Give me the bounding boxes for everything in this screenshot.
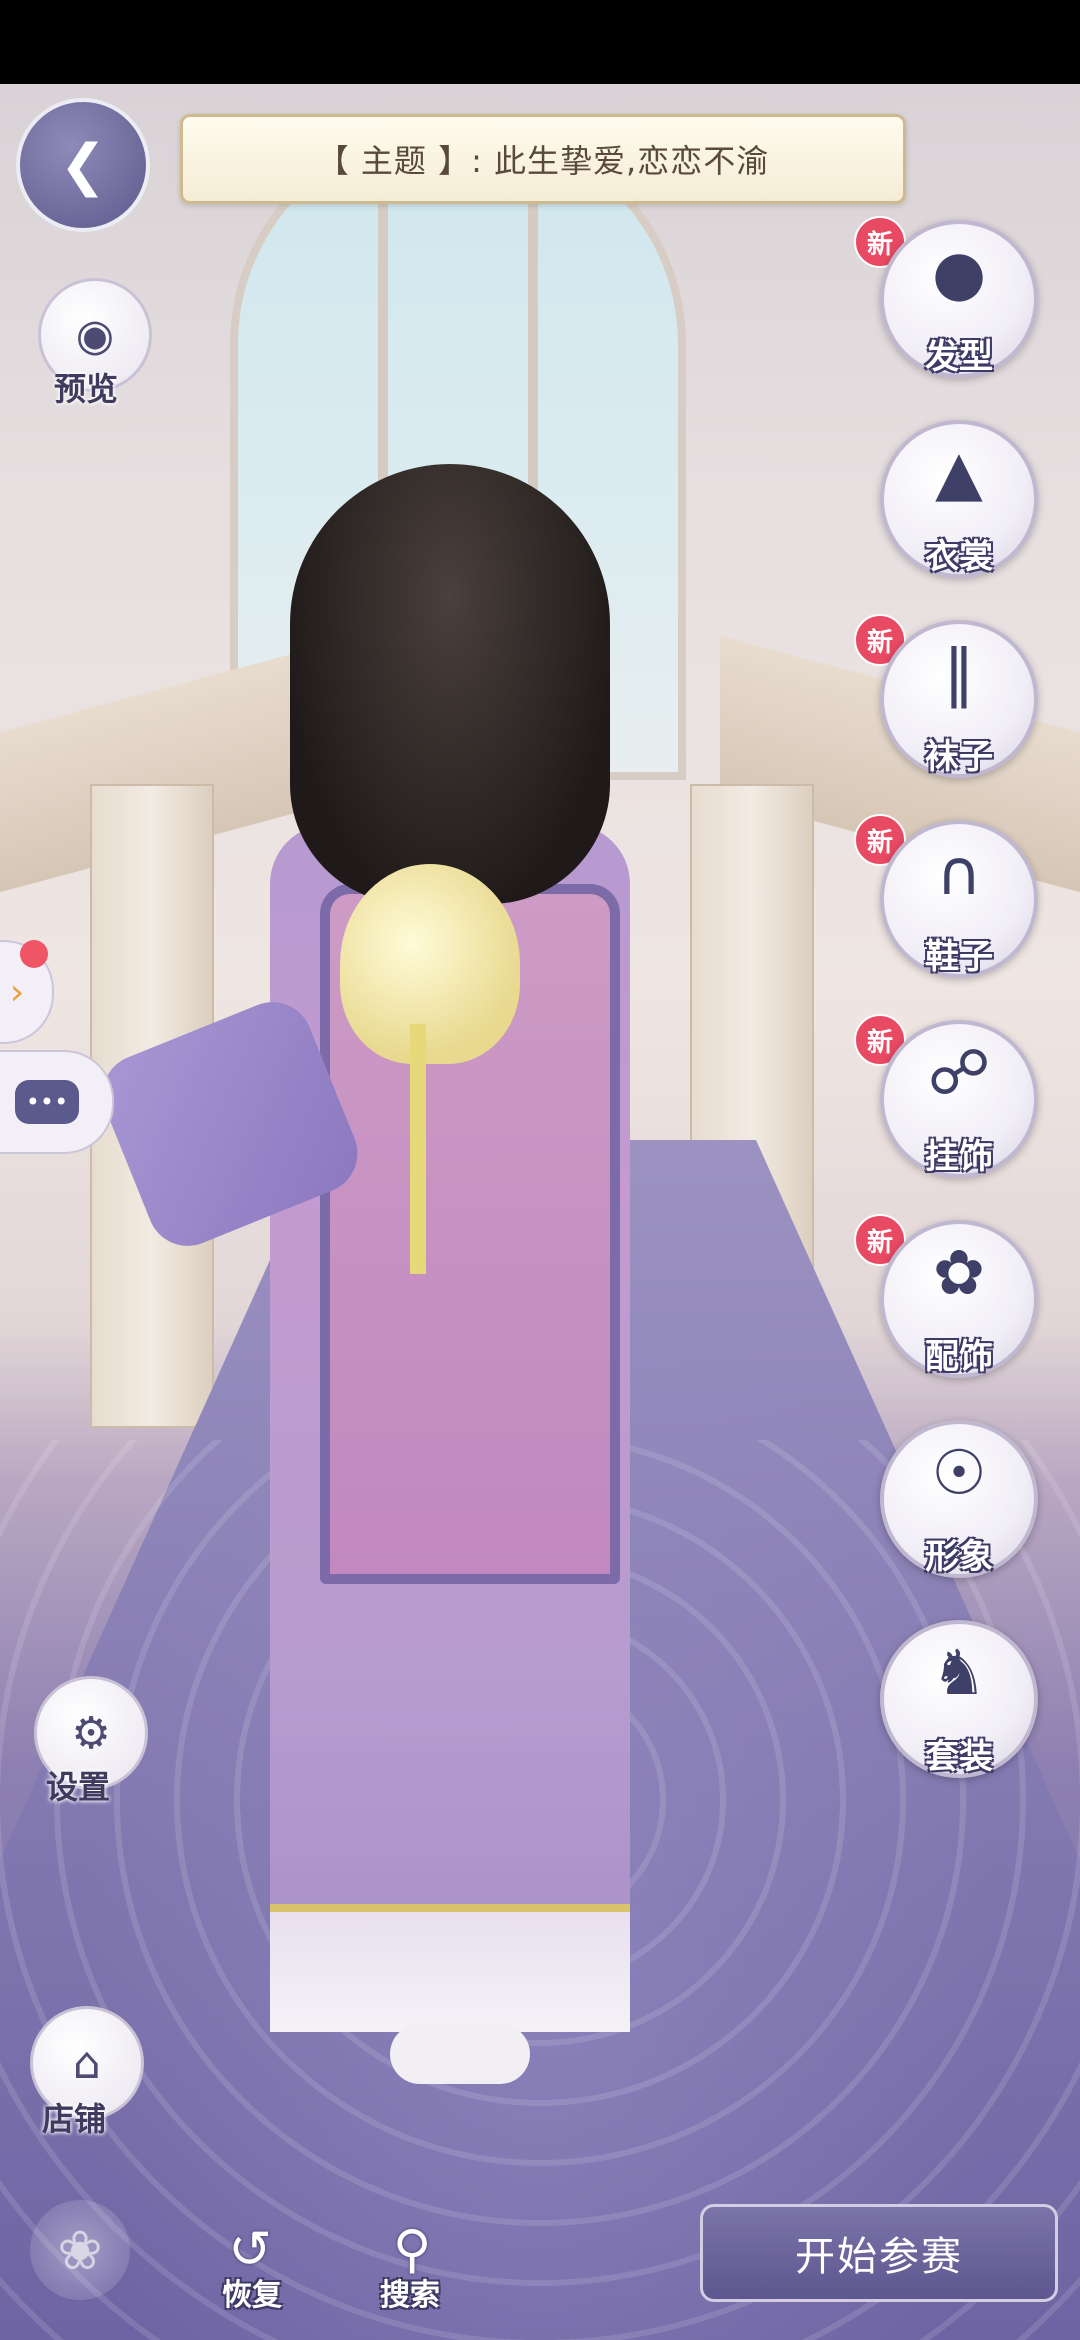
category-shoes-button[interactable]: ∩ 鞋子 (880, 820, 1038, 978)
chevron-right-icon: › (9, 971, 25, 1013)
theme-text: 【 主题 】: 此生挚爱,恋恋不渝 (316, 142, 770, 180)
category-label: 衣裳 (925, 537, 993, 577)
start-competition-button[interactable]: 开始参赛 (700, 2204, 1058, 2302)
accessory-icon: ✿ (933, 1236, 985, 1309)
appearance-icon: ☉ (931, 1436, 987, 1509)
category-label: 挂饰 (925, 1137, 993, 1177)
character-fan (340, 864, 520, 1064)
category-accessory-button[interactable]: ✿ 配饰 (880, 1220, 1038, 1378)
notification-dot (20, 940, 48, 968)
shop-label: 店铺 (42, 2100, 107, 2138)
character-hem (270, 1904, 630, 2032)
start-competition-label: 开始参赛 (795, 2234, 963, 2280)
category-label: 配饰 (925, 1337, 993, 1377)
clothes-icon: ▲ (935, 436, 983, 509)
fan-tassel (410, 1024, 426, 1274)
back-button[interactable]: ❮ (16, 98, 150, 232)
category-label: 套装 (925, 1737, 993, 1777)
category-label: 形象 (925, 1537, 993, 1577)
category-label: 发型 (925, 337, 993, 377)
hair-icon: ● (931, 236, 987, 309)
character-shoes (390, 2024, 530, 2084)
chat-icon: ••• (15, 1080, 79, 1124)
socks-icon: ‖ (943, 636, 975, 709)
outfit-set-icon: ♞ (931, 1636, 987, 1709)
category-label: 袜子 (925, 737, 993, 777)
shop-icon: ⌂ (73, 2037, 101, 2089)
settings-label: 设置 (46, 1768, 111, 1806)
eye-icon: ◉ (75, 309, 115, 361)
status-bar (0, 0, 1080, 84)
lotus-icon: ❀ (30, 2200, 130, 2300)
search-label[interactable]: 搜索 (380, 2270, 440, 2314)
shoes-icon: ∩ (936, 836, 982, 909)
chat-button[interactable]: ••• (0, 1050, 114, 1154)
character-veil-hair (290, 464, 610, 904)
category-hair-button[interactable]: ● 发型 (880, 220, 1038, 378)
preview-label: 预览 (54, 370, 119, 408)
category-appearance-button[interactable]: ☉ 形象 (880, 1420, 1038, 1578)
restore-label[interactable]: 恢复 (222, 2270, 282, 2314)
category-hanging-ornament-button[interactable]: ☍ 挂饰 (880, 1020, 1038, 1178)
category-outfit-set-button[interactable]: ♞ 套装 (880, 1620, 1038, 1778)
gear-icon: ⚙ (71, 1707, 111, 1759)
back-butterfly-icon: ❮ (59, 132, 107, 198)
character-model (90, 464, 740, 2104)
hanging-ornament-icon: ☍ (927, 1036, 991, 1109)
category-clothes-button[interactable]: ▲ 衣裳 (880, 420, 1038, 578)
theme-banner: 【 主题 】: 此生挚爱,恋恋不渝 (180, 114, 906, 204)
category-label: 鞋子 (925, 937, 993, 977)
category-socks-button[interactable]: ‖ 袜子 (880, 620, 1038, 778)
game-scene (0, 84, 1080, 2340)
